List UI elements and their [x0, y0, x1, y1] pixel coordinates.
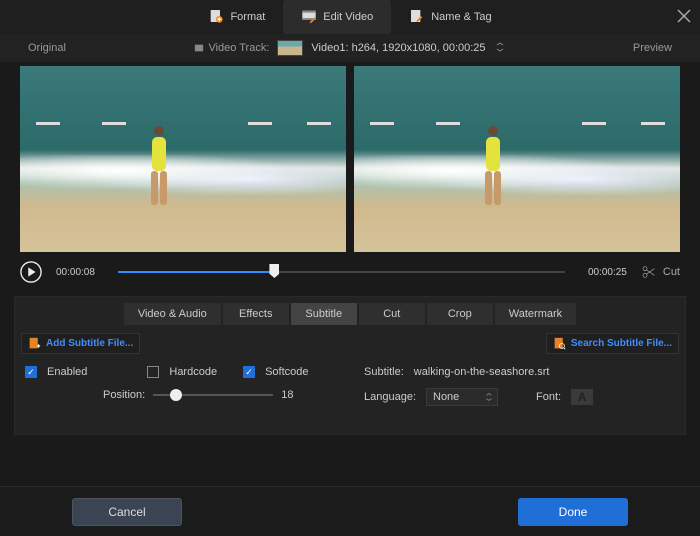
name-tag-icon	[409, 8, 425, 27]
top-tabs: Format Edit Video Name & Tag	[190, 0, 509, 34]
edit-video-icon	[301, 8, 317, 27]
time-current: 00:00:08	[56, 267, 104, 278]
subtitle-form: ✓ Enabled Hardcode ✓ Softcode Position: …	[15, 358, 685, 434]
format-icon	[208, 8, 224, 27]
chevron-updown-icon	[494, 41, 506, 53]
language-label: Language:	[364, 391, 416, 403]
enabled-checkbox[interactable]: ✓	[25, 366, 37, 378]
video-track-bar: Original Video Track: Video1: h264, 1920…	[0, 34, 700, 62]
tab-name-tag[interactable]: Name & Tag	[391, 0, 509, 34]
font-label: Font:	[536, 391, 561, 403]
tab-name-tag-label: Name & Tag	[431, 11, 491, 23]
subtitle-file-label: Subtitle:	[364, 366, 404, 378]
player-bar: 00:00:08 00:00:25 Cut	[0, 254, 700, 290]
track-dropdown[interactable]	[494, 41, 506, 56]
chevron-updown-icon	[484, 392, 494, 402]
font-glyph: A	[578, 390, 587, 404]
close-icon	[676, 8, 692, 24]
hardcode-label: Hardcode	[169, 366, 217, 378]
subtab-cut[interactable]: Cut	[359, 303, 425, 325]
time-total: 00:00:25	[579, 267, 627, 278]
search-subtitle-button[interactable]: Search Subtitle File...	[546, 333, 679, 354]
tab-edit-video-label: Edit Video	[323, 11, 373, 23]
original-preview	[20, 66, 346, 252]
slider-thumb[interactable]	[170, 389, 182, 401]
enabled-label: Enabled	[47, 366, 87, 378]
result-preview	[354, 66, 680, 252]
cut-tool[interactable]: Cut	[641, 264, 680, 280]
play-icon	[20, 261, 42, 283]
search-file-icon	[553, 337, 566, 350]
subtab-subtitle[interactable]: Subtitle	[291, 303, 357, 325]
title-bar: Format Edit Video Name & Tag	[0, 0, 700, 34]
tab-edit-video[interactable]: Edit Video	[283, 0, 391, 34]
position-slider[interactable]	[153, 388, 273, 402]
seek-fill	[118, 271, 274, 273]
position-value: 18	[281, 389, 293, 401]
softcode-label: Softcode	[265, 366, 308, 378]
subtitle-file-value: walking-on-the-seashore.srt	[414, 366, 550, 378]
seek-bar[interactable]	[118, 264, 565, 280]
preview-row	[0, 66, 700, 252]
preview-label: Preview	[633, 42, 672, 54]
subtab-video-audio[interactable]: Video & Audio	[124, 303, 221, 325]
video-track-label: Video Track:	[194, 42, 269, 54]
font-picker[interactable]: A	[571, 389, 593, 405]
add-subtitle-button[interactable]: Add Subtitle File...	[21, 333, 140, 354]
search-subtitle-label: Search Subtitle File...	[571, 338, 672, 349]
track-thumbnail	[277, 40, 303, 56]
add-file-icon	[28, 337, 41, 350]
track-icon	[194, 43, 204, 53]
language-select[interactable]: None	[426, 388, 498, 406]
tab-format[interactable]: Format	[190, 0, 283, 34]
subtab-watermark[interactable]: Watermark	[495, 303, 576, 325]
original-label: Original	[28, 42, 66, 54]
position-label: Position:	[103, 389, 145, 401]
seek-thumb[interactable]	[269, 264, 279, 278]
language-value: None	[433, 391, 459, 403]
cut-label: Cut	[663, 266, 680, 278]
form-col-left: ✓ Enabled Hardcode ✓ Softcode Position: …	[25, 366, 336, 406]
add-subtitle-label: Add Subtitle File...	[46, 338, 133, 349]
play-button[interactable]	[20, 261, 42, 283]
subtab-crop[interactable]: Crop	[427, 303, 493, 325]
edit-panel: Video & Audio Effects Subtitle Cut Crop …	[14, 296, 686, 435]
cancel-button[interactable]: Cancel	[72, 498, 182, 526]
track-info: Video1: h264, 1920x1080, 00:00:25	[311, 42, 485, 54]
sub-tabs: Video & Audio Effects Subtitle Cut Crop …	[15, 297, 685, 329]
scissors-icon	[641, 264, 657, 280]
done-button[interactable]: Done	[518, 498, 628, 526]
hardcode-checkbox[interactable]	[147, 366, 159, 378]
softcode-checkbox[interactable]: ✓	[243, 366, 255, 378]
subtitle-button-row: Add Subtitle File... Search Subtitle Fil…	[15, 329, 685, 358]
subtab-effects[interactable]: Effects	[223, 303, 289, 325]
close-button[interactable]	[676, 8, 692, 24]
footer: Cancel Done	[0, 486, 700, 536]
form-col-right: Subtitle: walking-on-the-seashore.srt La…	[364, 366, 675, 406]
tab-format-label: Format	[230, 11, 265, 23]
